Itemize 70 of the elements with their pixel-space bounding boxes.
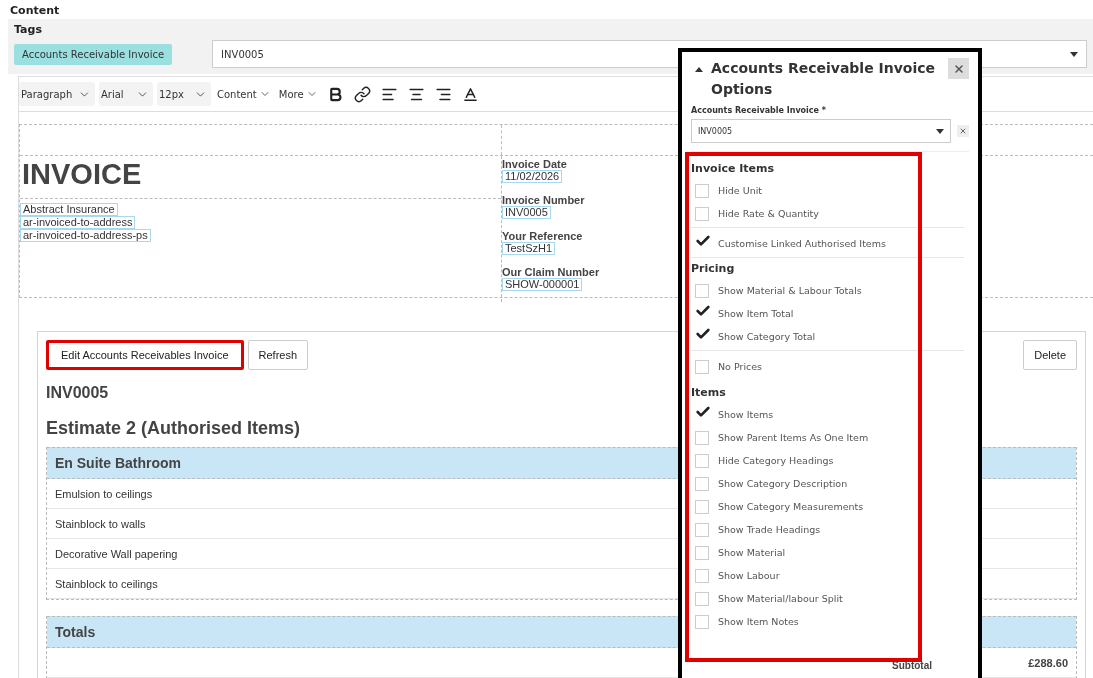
item-text: Stainblock to ceilings (55, 577, 158, 590)
item-text: Emulsion to ceilings (55, 487, 153, 500)
format-dropdown[interactable]: 12px (157, 82, 211, 106)
placeholder-field[interactable]: Abstract Insurance (20, 203, 118, 216)
clear-button[interactable] (957, 125, 969, 137)
option-checkbox[interactable]: Show Material & Labour Totals (691, 279, 964, 302)
item-text: Decorative Wall papering (55, 547, 178, 560)
checkbox-icon[interactable] (695, 453, 709, 468)
group-heading: Pricing (691, 262, 736, 275)
option-checkbox[interactable]: Show Material/labour Split (691, 587, 964, 610)
option-checkbox[interactable]: Show Items (691, 403, 964, 426)
field-label: Your Reference (502, 230, 583, 242)
checkbox-icon[interactable] (695, 522, 709, 537)
section-title: Content (9, 3, 61, 19)
checkbox-icon[interactable] (695, 359, 709, 374)
option-checkbox[interactable]: Customise Linked Authorised Items (691, 232, 964, 255)
tag-chip[interactable]: Accounts Receivable Invoice (14, 43, 173, 65)
field-label: Invoice Date (502, 158, 567, 170)
tags-label: Tags (14, 23, 43, 36)
checkbox-icon[interactable] (695, 568, 709, 583)
value-field[interactable]: 11/02/2026 (502, 170, 563, 183)
option-checkbox[interactable]: Show Labour (691, 564, 964, 587)
collapse-icon[interactable] (695, 67, 703, 72)
option-checkbox[interactable]: Show Trade Headings (691, 518, 964, 541)
checkbox-icon[interactable] (695, 206, 709, 221)
value-field[interactable]: SHOW-000001 (502, 278, 583, 291)
close-icon (952, 62, 965, 75)
invoice-select[interactable]: INV0005 (691, 119, 951, 143)
option-checkbox[interactable]: No Prices (691, 355, 964, 378)
value-field[interactable]: TestSzH1 (502, 242, 556, 255)
caret-icon (936, 128, 944, 134)
total-label: Subtotal (892, 660, 933, 671)
option-checkbox[interactable]: Show Item Total (691, 302, 964, 325)
checkbox-icon[interactable] (695, 545, 709, 560)
placeholder-field[interactable]: ar-invoiced-to-address (20, 216, 136, 229)
action-button[interactable]: Refresh (247, 340, 309, 370)
checkbox-icon[interactable] (695, 591, 709, 606)
field-label: Our Claim Number (502, 266, 600, 278)
format-dropdown[interactable]: Paragraph (19, 82, 95, 106)
option-checkbox[interactable]: Show Category Measurements (691, 495, 964, 518)
estimate-title: Estimate 2 (Authorised Items) (46, 418, 301, 439)
item-text: Stainblock to walls (55, 517, 146, 530)
option-checkbox[interactable]: Hide Unit (691, 179, 964, 202)
option-checkbox[interactable]: Show Category Total (691, 325, 964, 348)
toolbar-menu[interactable]: More (276, 88, 320, 100)
invoice-number: INV0005 (46, 384, 109, 402)
checkbox-icon[interactable] (695, 614, 709, 629)
option-checkbox[interactable]: Show Material (691, 541, 964, 564)
checkbox-icon[interactable] (695, 476, 709, 491)
checkbox-icon[interactable] (695, 183, 709, 198)
caret-icon (1070, 51, 1078, 57)
checkbox-icon[interactable] (695, 283, 709, 298)
group-heading: Invoice Items (691, 162, 776, 175)
close-button[interactable] (948, 58, 969, 79)
format-dropdown[interactable]: Arial (99, 82, 153, 106)
field-label: Accounts Receivable Invoice * (691, 106, 827, 115)
option-checkbox[interactable]: Hide Category Headings (691, 449, 964, 472)
group-heading: Items (691, 386, 727, 399)
option-checkbox[interactable]: Show Parent Items As One Item (691, 426, 964, 449)
delete-button[interactable]: Delete (1023, 340, 1077, 370)
invoice-title: INVOICE (21, 157, 143, 192)
toolbar-menu[interactable]: Content (215, 88, 273, 100)
field-label: Invoice Number (502, 194, 585, 206)
close-icon (959, 127, 967, 135)
checkbox-icon[interactable] (695, 499, 709, 514)
value-field[interactable]: INV0005 (502, 206, 551, 219)
action-button[interactable]: Edit Accounts Receivables Invoice (46, 340, 244, 370)
checkbox-icon[interactable] (695, 430, 709, 445)
placeholder-field[interactable]: ar-invoiced-to-address-ps (20, 229, 151, 242)
option-checkbox[interactable]: Hide Rate & Quantity (691, 202, 964, 225)
